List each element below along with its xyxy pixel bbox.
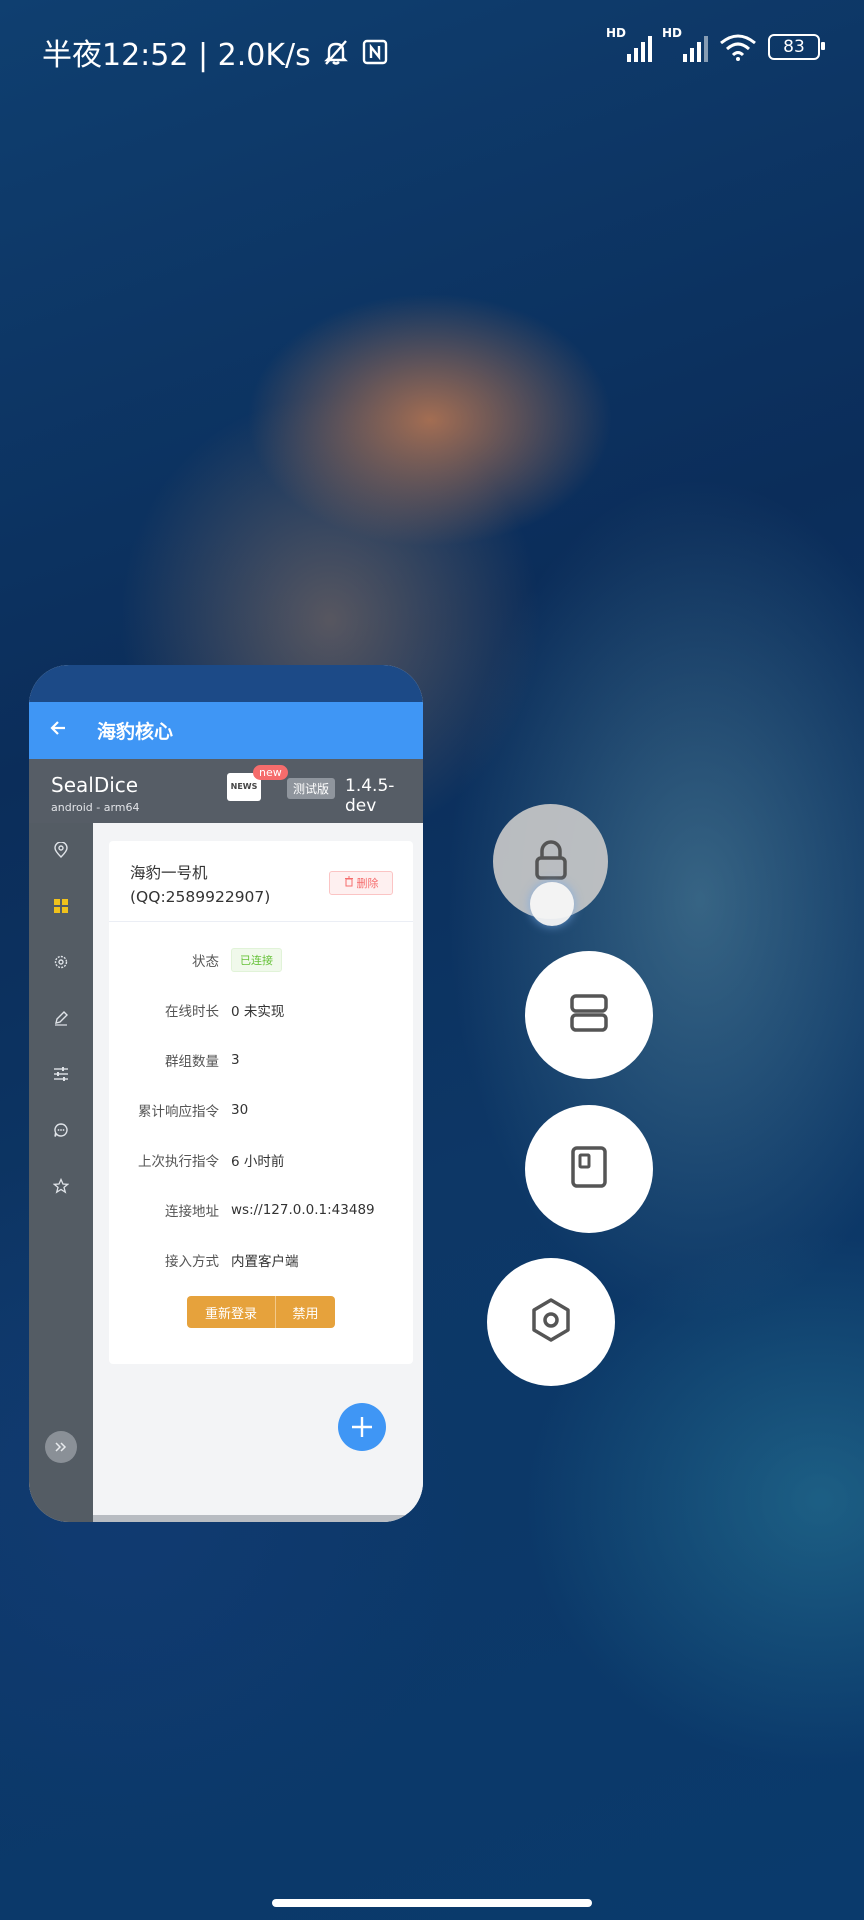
platform-label: android - arm64 — [51, 801, 140, 814]
status-bar: 半夜12:52 | 2.0K/s HD HD 83 — [0, 0, 864, 100]
field-label: 在线时长 — [165, 1004, 219, 1020]
nfc-icon — [361, 38, 389, 66]
home-indicator[interactable] — [272, 1899, 592, 1907]
info-row: 连接地址 ws://127.0.0.1:43489 — [109, 1195, 413, 1225]
field-label: 群组数量 — [165, 1054, 219, 1070]
hexagon-settings-icon — [528, 1297, 574, 1347]
field-label: 连接地址 — [165, 1204, 219, 1220]
field-label: 累计响应指令 — [138, 1104, 219, 1120]
status-right: HD HD 83 — [606, 26, 825, 64]
bottom-strip — [93, 1515, 423, 1522]
signal-hd-label: HD — [662, 26, 683, 40]
split-screen-icon — [569, 993, 609, 1037]
trash-icon — [344, 876, 354, 890]
back-arrow-icon[interactable] — [29, 718, 87, 744]
signal-hd-label: HD — [606, 26, 627, 40]
nav-dashboard-icon[interactable] — [29, 891, 93, 921]
nav-location-icon[interactable] — [29, 835, 93, 865]
brand-name: SealDice — [51, 773, 139, 797]
info-row: 累计响应指令 30 — [109, 1095, 413, 1125]
nav-pen-icon[interactable] — [29, 1003, 93, 1033]
time-speed-text: 半夜12:52 | 2.0K/s — [42, 38, 311, 73]
field-value: 3 — [231, 1052, 240, 1068]
field-label: 上次执行指令 — [138, 1154, 219, 1170]
field-label: 接入方式 — [165, 1254, 219, 1270]
relogin-button[interactable]: 重新登录 — [187, 1296, 276, 1328]
nav-chat-icon[interactable] — [29, 1115, 93, 1145]
small-window-icon — [570, 1145, 608, 1193]
nav-sliders-icon[interactable] — [29, 1059, 93, 1089]
info-row: 接入方式 内置客户端 — [109, 1245, 413, 1275]
info-row: 状态 已连接 — [109, 945, 413, 975]
nav-star-icon[interactable] — [29, 1171, 93, 1201]
battery-level: 83 — [783, 37, 805, 57]
battery-icon: 83 — [768, 34, 825, 60]
small-window-button[interactable] — [525, 1105, 653, 1233]
info-row: 在线时长 0 未实现 — [109, 995, 413, 1025]
wifi-icon — [718, 32, 758, 62]
lock-icon — [531, 838, 571, 886]
app-bar: 海豹核心 — [29, 702, 423, 759]
app-card[interactable]: 海豹核心 SealDice android - arm64 NEWS new 测… — [29, 665, 423, 1522]
disable-button[interactable]: 禁用 — [276, 1296, 335, 1328]
signal-icon: HD — [606, 26, 652, 64]
app-title: 海豹核心 — [97, 721, 174, 743]
account-panel: 海豹一号机(QQ:2589922907) 删除 状态 已连接 在线时长 0 未实… — [109, 841, 413, 1364]
field-value: 0 未实现 — [231, 1004, 285, 1020]
delete-label: 删除 — [356, 877, 379, 890]
split-screen-button[interactable] — [525, 951, 653, 1079]
field-value: 6 小时前 — [231, 1154, 285, 1170]
account-title: 海豹一号机(QQ:2589922907) — [130, 864, 271, 906]
main-content: 海豹一号机(QQ:2589922907) 删除 状态 已连接 在线时长 0 未实… — [93, 823, 423, 1513]
card-top-strip — [29, 665, 423, 703]
nav-gear-icon[interactable] — [29, 947, 93, 977]
divider — [109, 921, 413, 922]
field-value: 30 — [231, 1102, 249, 1118]
field-label: 状态 — [192, 954, 219, 970]
touch-indicator — [530, 882, 574, 926]
version-label: 1.4.5-dev — [345, 776, 395, 816]
expand-sidebar-icon[interactable] — [45, 1431, 77, 1463]
test-version-badge: 测试版 — [287, 778, 336, 799]
status-tag: 已连接 — [231, 948, 282, 972]
side-nav — [29, 823, 93, 1522]
bell-off-icon — [321, 37, 351, 67]
delete-button[interactable]: 删除 — [329, 871, 393, 895]
app-settings-button[interactable] — [487, 1258, 615, 1386]
new-badge: new — [253, 765, 288, 780]
status-left: 半夜12:52 | 2.0K/s — [42, 30, 389, 74]
field-value: 内置客户端 — [231, 1254, 299, 1270]
field-value: ws://127.0.0.1:43489 — [231, 1202, 375, 1218]
info-row: 群组数量 3 — [109, 1045, 413, 1075]
add-fab-button[interactable] — [338, 1403, 386, 1451]
info-row: 上次执行指令 6 小时前 — [109, 1145, 413, 1175]
app-header: SealDice android - arm64 NEWS new 测试版 1.… — [29, 759, 423, 823]
action-button-group: 重新登录 禁用 — [187, 1296, 335, 1328]
signal-icon: HD — [662, 26, 708, 64]
